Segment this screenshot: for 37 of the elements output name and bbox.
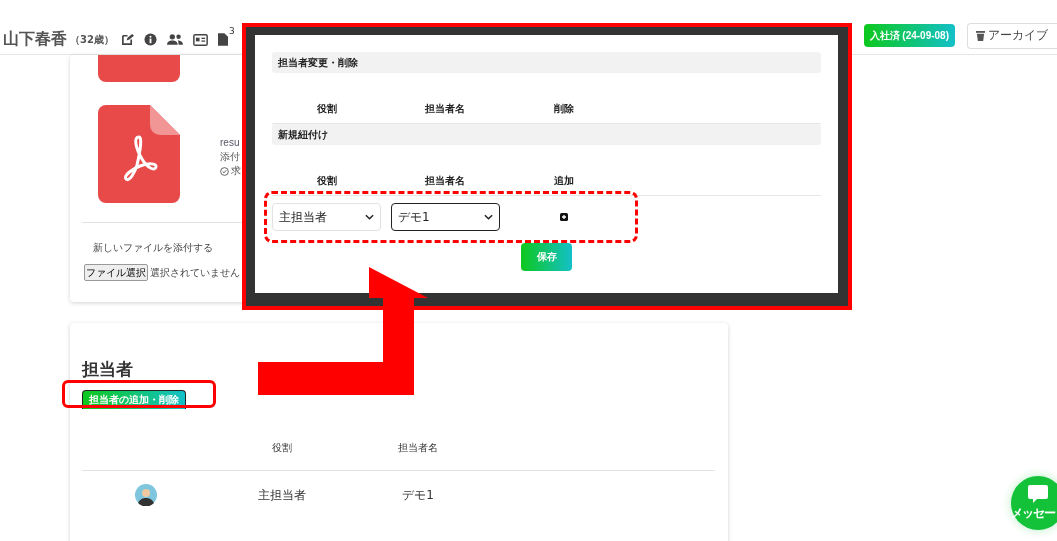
column-header: 役割 bbox=[316, 174, 338, 188]
file-status-text: 選択されていません bbox=[150, 265, 240, 280]
section-title: 担当者 bbox=[82, 358, 134, 381]
check-circle-icon bbox=[220, 166, 229, 176]
document-count: 3 bbox=[228, 26, 235, 36]
column-header: 担当者名 bbox=[424, 102, 466, 116]
file-label: 添付 bbox=[220, 150, 241, 164]
id-card-icon[interactable] bbox=[192, 33, 208, 46]
archive-button[interactable]: アーカイブ bbox=[967, 22, 1057, 49]
add-icon[interactable] bbox=[560, 213, 568, 221]
table-cell-text: 主担当者 bbox=[257, 486, 307, 504]
section-title: 新規紐付け bbox=[278, 127, 328, 142]
column-header: 担当者名 bbox=[424, 174, 466, 188]
avatar-icon bbox=[135, 484, 157, 506]
column-header: 役割 bbox=[316, 102, 338, 116]
column-header: 削除 bbox=[553, 102, 575, 116]
document-icon[interactable] bbox=[217, 33, 228, 46]
column-header: 追加 bbox=[553, 174, 575, 188]
section-title: 担当者変更・削除 bbox=[278, 55, 358, 70]
column-header: 担当者名 bbox=[397, 441, 439, 455]
choose-file-button[interactable]: ファイル選択 bbox=[84, 264, 148, 281]
trash-icon bbox=[976, 30, 985, 41]
chevron-down-icon bbox=[365, 214, 374, 220]
select-field[interactable]: 主担当者 bbox=[272, 203, 381, 231]
file-status: 求 bbox=[231, 164, 241, 178]
speech-bubble-icon bbox=[1028, 484, 1048, 503]
users-icon[interactable] bbox=[166, 33, 183, 46]
column-header: 役割 bbox=[271, 441, 293, 455]
info-icon[interactable] bbox=[143, 33, 157, 46]
age-label: （32歳） bbox=[70, 32, 114, 47]
attach-label: 新しいファイルを添付する bbox=[93, 241, 213, 255]
table-cell-text: デモ1 bbox=[401, 486, 435, 504]
chevron-down-icon bbox=[484, 214, 493, 220]
select-field[interactable]: デモ1 bbox=[391, 203, 500, 231]
person-name: 山下春香 bbox=[3, 29, 67, 50]
edit-icon[interactable] bbox=[120, 33, 134, 46]
file-name[interactable]: resu bbox=[220, 136, 240, 150]
